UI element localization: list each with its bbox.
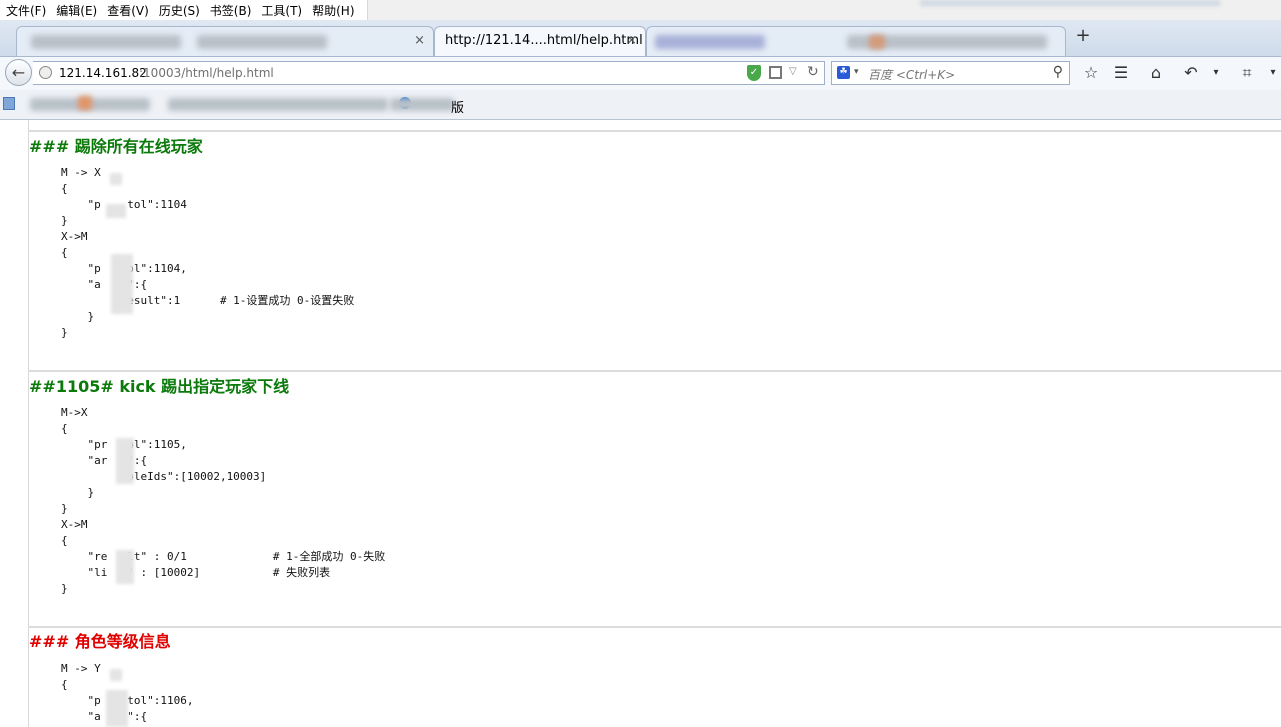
redaction <box>116 550 134 584</box>
tab-close-button[interactable]: × <box>414 33 425 48</box>
search-engine-icon[interactable]: ☘ <box>837 66 850 79</box>
navigation-bar: ← 121.14.161.82 :10003/html/help.html ✓ … <box>0 57 1281 90</box>
shield-icon[interactable]: ✓ <box>747 65 761 81</box>
tab-title-redacted <box>655 35 765 49</box>
tab-redacted-1[interactable]: × <box>16 26 434 56</box>
site-identity-icon[interactable] <box>39 66 52 79</box>
search-placeholder: 百度 <Ctrl+K> <box>868 68 956 82</box>
new-tab-button[interactable]: + <box>1074 27 1092 45</box>
bookmark-label[interactable]: 版 <box>451 97 464 116</box>
menu-history[interactable]: 历史(S) <box>159 2 200 19</box>
code-block-kick-player: M->X { "pr ol":1105, "ar ":{ roleIds":[1… <box>61 406 386 595</box>
tab-help[interactable]: http://121.14....html/help.html × <box>434 26 646 56</box>
crop-dropdown-icon[interactable]: ▾ <box>1262 63 1281 83</box>
section-divider <box>28 130 1281 132</box>
back-button[interactable]: ← <box>5 59 32 86</box>
url-dropdown-icon[interactable]: ▽ <box>789 66 797 77</box>
tab-title: http://121.14....html/help.html <box>445 33 643 48</box>
url-path: :10003/html/help.html <box>139 66 274 80</box>
code-block-kick-all: M -> X { "p tol":1104 } X->M { "p ol":11… <box>61 166 355 339</box>
menu-view[interactable]: 查看(V) <box>107 2 149 19</box>
bookmark-redacted[interactable] <box>168 98 388 111</box>
bookmark-favicon-redacted <box>78 96 92 110</box>
search-bar[interactable]: ☘ ▾ 百度 <Ctrl+K> ⚲ <box>831 61 1070 85</box>
engine-dropdown-icon[interactable]: ▾ <box>854 67 859 77</box>
url-bar[interactable]: 121.14.161.82 :10003/html/help.html ✓ ▽ … <box>33 61 825 85</box>
undo-icon[interactable]: ↶ <box>1180 63 1202 83</box>
menu-strip: 文件(F) 编辑(E) 查看(V) 历史(S) 书签(B) 工具(T) 帮助(H… <box>0 0 368 20</box>
menu-help[interactable]: 帮助(H) <box>312 2 354 19</box>
section-title-kick-player: ##1105# kick 踢出指定玩家下线 <box>29 377 290 396</box>
reader-list-icon[interactable]: ☰ <box>1110 63 1132 83</box>
section-title-kick-all: ### 踢除所有在线玩家 <box>29 137 203 156</box>
redaction <box>106 204 126 218</box>
menu-edit[interactable]: 编辑(E) <box>56 2 97 19</box>
crop-icon[interactable]: ⌗ <box>1236 63 1258 83</box>
home-icon[interactable]: ⌂ <box>1145 63 1167 83</box>
tab-redacted-2[interactable] <box>646 26 1066 56</box>
redaction <box>116 438 134 484</box>
menu-tools[interactable]: 工具(T) <box>261 2 302 19</box>
bookmarks-bar: 版 <box>0 90 1281 120</box>
bookmark-folder-icon[interactable] <box>3 97 15 110</box>
url-host: 121.14.161.82 <box>59 66 147 80</box>
titlebar-redacted <box>920 0 1220 6</box>
bookmark-redacted <box>390 98 454 111</box>
qr-code-icon[interactable] <box>769 66 782 79</box>
tab-close-button[interactable]: × <box>626 33 637 48</box>
redaction <box>106 690 128 727</box>
undo-dropdown-icon[interactable]: ▾ <box>1205 63 1227 83</box>
menu-bar: 文件(F) 编辑(E) 查看(V) 历史(S) 书签(B) 工具(T) 帮助(H… <box>0 0 1281 20</box>
tab-title-redacted <box>31 35 181 49</box>
tab-favicon-redacted <box>869 35 885 49</box>
back-arrow-icon: ← <box>11 63 26 82</box>
redaction <box>111 254 133 314</box>
section-title-role-level: ### 角色等级信息 <box>29 632 171 651</box>
search-icon[interactable]: ⚲ <box>1053 64 1063 80</box>
tab-title-redacted <box>197 35 327 49</box>
page-content: ### 踢除所有在线玩家 M -> X { "p tol":1104 } X->… <box>0 120 1281 727</box>
section-divider <box>28 370 1281 372</box>
reload-icon[interactable]: ↻ <box>807 64 819 80</box>
star-icon[interactable]: ☆ <box>1080 63 1102 83</box>
menu-file[interactable]: 文件(F) <box>6 2 46 19</box>
tab-strip: × http://121.14....html/help.html × + <box>0 20 1281 57</box>
menu-bookmarks[interactable]: 书签(B) <box>210 2 252 19</box>
redaction <box>110 173 122 185</box>
section-divider <box>28 626 1281 628</box>
redaction <box>110 669 122 681</box>
